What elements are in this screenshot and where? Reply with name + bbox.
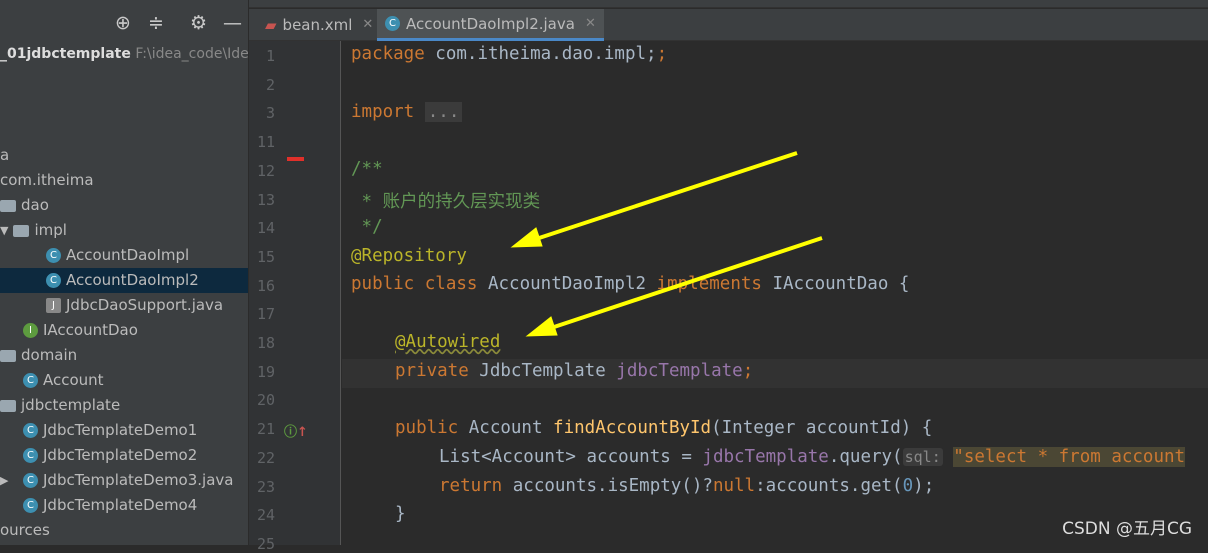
watermark: CSDN @五月CG	[1062, 519, 1192, 539]
arrowhead	[525, 316, 558, 337]
arrow-to-autowired	[544, 236, 823, 332]
arrow-to-repository	[529, 151, 798, 243]
annotation-arrows	[510, 151, 823, 337]
arrowhead	[510, 227, 543, 248]
